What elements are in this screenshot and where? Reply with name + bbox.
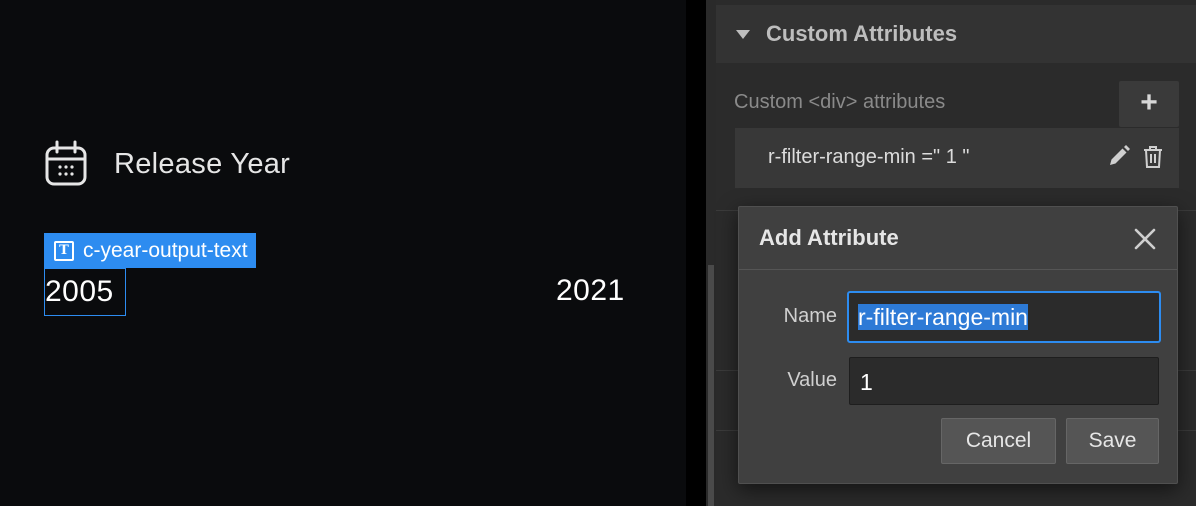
selected-text: r-filter-range-min [858, 304, 1028, 330]
custom-attributes-section-header[interactable]: Custom Attributes [716, 5, 1196, 63]
canvas-gutter [686, 0, 706, 506]
attribute-name-input[interactable]: r-filter-range-min [847, 291, 1161, 343]
pencil-icon[interactable] [1107, 144, 1131, 168]
filter-heading: Release Year [44, 140, 290, 188]
designer-canvas[interactable]: Release Year T c-year-output-text 2005 2… [0, 0, 686, 506]
dialog-header: Add Attribute [739, 207, 1177, 270]
attribute-row[interactable]: r-filter-range-min =" 1 " [735, 128, 1179, 188]
value-label: Value [787, 369, 837, 391]
add-attribute-button[interactable]: + [1119, 81, 1179, 127]
save-button[interactable]: Save [1066, 418, 1159, 464]
name-label: Name [783, 305, 837, 327]
section-title: Custom Attributes [766, 21, 958, 46]
filter-title: Release Year [114, 147, 291, 180]
close-icon[interactable] [1133, 227, 1157, 251]
trash-icon[interactable] [1143, 145, 1163, 169]
selected-element-name: c-year-output-text [83, 238, 248, 262]
selected-element-tag[interactable]: T c-year-output-text [44, 233, 256, 268]
attribute-row-text: r-filter-range-min =" 1 " [768, 146, 970, 168]
year-max-output[interactable]: 2021 [556, 268, 625, 314]
caret-down-icon[interactable] [736, 29, 750, 39]
calendar-icon [45, 140, 87, 186]
custom-attributes-label: Custom <div> attributes [734, 91, 946, 113]
year-min-output[interactable]: 2005 [44, 268, 126, 316]
cancel-button[interactable]: Cancel [941, 418, 1056, 464]
panel-scroll-thumb[interactable] [708, 265, 714, 506]
text-element-icon: T [54, 240, 74, 261]
add-attribute-dialog: Add Attribute Name r-filter-range-min Va… [738, 206, 1178, 484]
dialog-title: Add Attribute [759, 225, 899, 250]
attribute-value-input[interactable]: 1 [849, 357, 1159, 405]
